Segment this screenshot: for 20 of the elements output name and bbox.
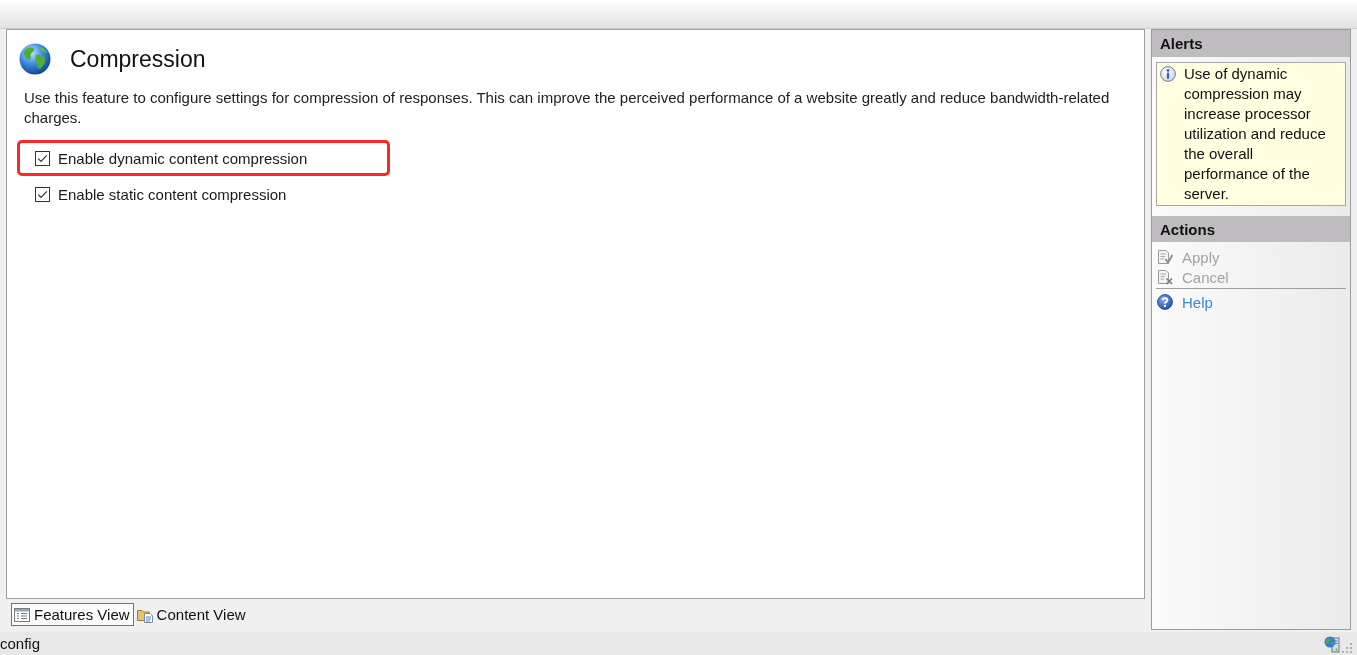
pane-header: Alerts: [1152, 30, 1350, 57]
checkbox[interactable]: [35, 186, 50, 202]
document-check-icon: [1157, 249, 1173, 265]
resize-grip-icon[interactable]: [1342, 642, 1352, 653]
info-icon: [1160, 66, 1176, 82]
view-tab[interactable]: Features View: [11, 603, 134, 626]
page-description: Use this feature to configure settings for compression of responses. This can improve the perceived performance of a website greatly and reduce bandwidth-related charges.: [24, 88, 1111, 128]
globe-icon: [19, 43, 51, 75]
help-icon: [1157, 294, 1173, 310]
checkbox[interactable]: [35, 150, 50, 166]
globe-server-icon: [1324, 635, 1340, 653]
status-text: config: [0, 635, 41, 652]
view-tab[interactable]: Content View: [133, 603, 250, 626]
alert-text: Use of dynamic compression may increase processor utilization and reduce the overall performance of the server.: [1184, 64, 1327, 204]
checkbox-label[interactable]: Enable dynamic content compression: [58, 149, 308, 167]
pane-header: Actions: [1152, 216, 1350, 242]
list-window-icon: [14, 606, 30, 623]
page-title: Compression: [70, 45, 206, 74]
checkbox-label[interactable]: Enable static content compression: [58, 185, 287, 203]
document-x-icon: [1157, 269, 1173, 285]
